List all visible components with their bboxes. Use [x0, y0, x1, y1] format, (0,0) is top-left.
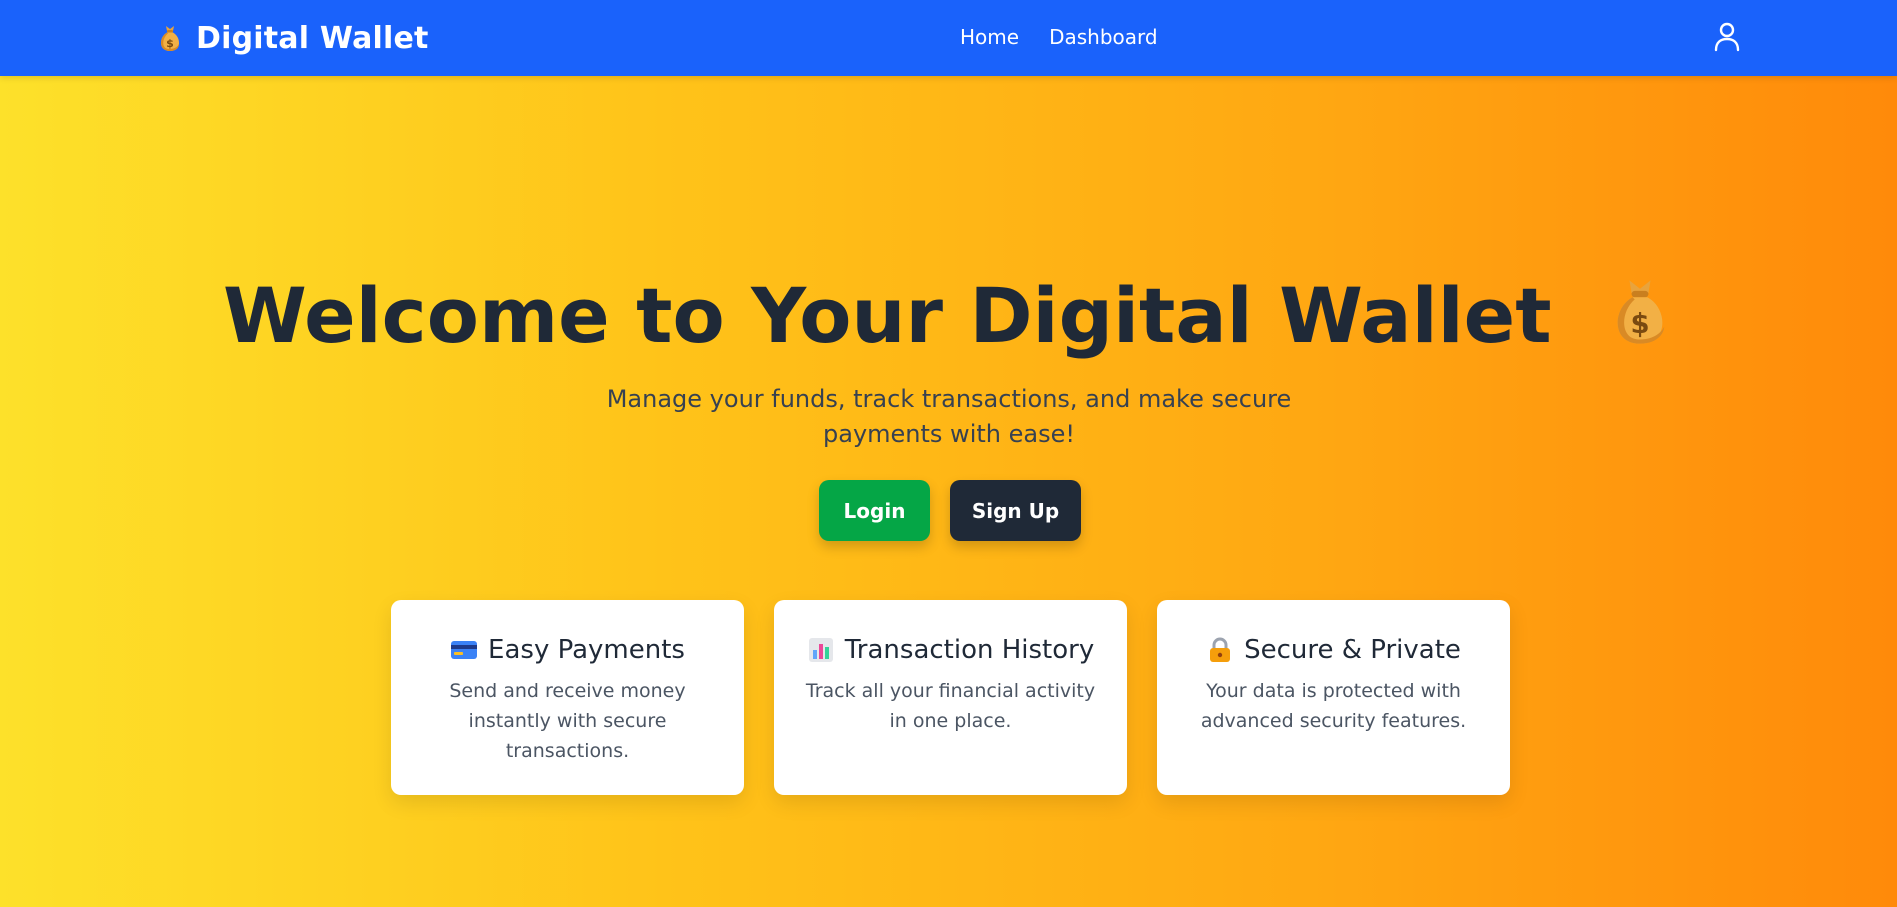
bar-chart-icon	[808, 638, 833, 662]
feature-card-security: Secure & Private Your data is protected …	[1157, 600, 1510, 795]
signup-button[interactable]: Sign Up	[950, 480, 1081, 541]
main-nav: Home Dashboard	[960, 22, 1158, 52]
money-bag-icon: $	[160, 26, 180, 51]
hero-title-text: Welcome to Your Digital Wallet	[222, 271, 1552, 360]
svg-text:$: $	[166, 37, 174, 50]
features-section: Easy Payments Send and receive money ins…	[391, 600, 1510, 795]
feature-card-history: Transaction History Track all your finan…	[774, 600, 1127, 795]
nav-link-dashboard[interactable]: Dashboard	[1049, 22, 1158, 52]
feature-description: Your data is protected with advanced sec…	[1200, 680, 1467, 732]
brand-link[interactable]: $ Digital Wallet	[154, 18, 429, 58]
hero-subtitle: Manage your funds, track transactions, a…	[606, 385, 1292, 448]
feature-description: Send and receive money instantly with se…	[449, 680, 686, 762]
brand-title: Digital Wallet	[196, 20, 429, 56]
feature-card-payments: Easy Payments Send and receive money ins…	[391, 600, 744, 795]
user-icon[interactable]	[1713, 22, 1741, 52]
credit-card-icon	[451, 641, 478, 659]
feature-title: Easy Payments	[488, 635, 685, 665]
hero-title: Welcome to Your Digital Wallet $	[0, 270, 1897, 362]
hero-actions: Login Sign Up	[819, 480, 1081, 541]
feature-title: Transaction History	[844, 635, 1095, 665]
lock-icon	[1210, 637, 1231, 662]
feature-description: Track all your financial activity in one…	[805, 680, 1096, 732]
nav-link-home[interactable]: Home	[960, 22, 1019, 52]
money-bag-icon: $	[1617, 280, 1665, 344]
svg-text:$: $	[1630, 309, 1649, 340]
login-button[interactable]: Login	[819, 480, 930, 541]
feature-title: Secure & Private	[1244, 635, 1461, 665]
navbar: $ Digital Wallet Home Dashboard	[0, 0, 1897, 76]
